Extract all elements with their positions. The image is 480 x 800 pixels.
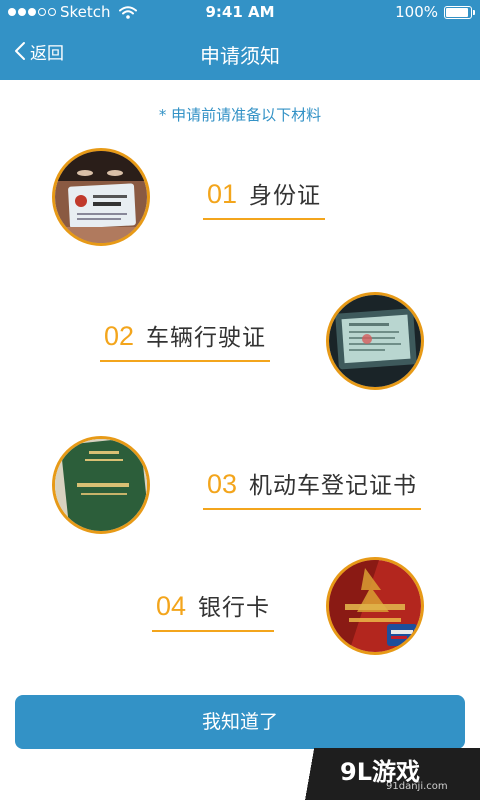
battery-icon: [444, 5, 475, 19]
item-label: 身份证: [249, 183, 322, 209]
confirm-button[interactable]: 我知道了: [15, 695, 465, 749]
vehicle-license-photo: [326, 292, 424, 390]
bank-card-photo: [326, 557, 424, 655]
battery-fill: [446, 7, 468, 17]
item-label: 银行卡: [198, 595, 271, 621]
item-label: 机动车登记证书: [249, 473, 418, 499]
materials-hint: * 申请前请准备以下材料: [158, 106, 322, 124]
list-item: 04 银行卡: [152, 588, 275, 632]
page-title: 申请须知: [200, 44, 280, 68]
watermark-domain: 91danji.com: [386, 781, 448, 792]
top-bar: Sketch 9:41 AM 100% 返回 申请须知: [0, 0, 480, 80]
item-number: 01: [207, 179, 238, 209]
item-number: 02: [104, 321, 135, 351]
item-number: 03: [207, 469, 238, 499]
item-number: 04: [156, 591, 187, 621]
list-item: 02 车辆行驶证: [100, 318, 271, 362]
item-label: 车辆行驶证: [146, 325, 267, 351]
id-card-photo: [52, 148, 150, 246]
battery-percent: 100%: [395, 3, 438, 21]
watermark: 9L游戏 91danji.com: [300, 748, 480, 800]
list-item: 01 身份证: [203, 176, 326, 220]
registration-certificate-photo: [52, 436, 150, 534]
list-item: 03 机动车登记证书: [203, 466, 422, 510]
status-bar: Sketch 9:41 AM 100%: [0, 0, 480, 24]
